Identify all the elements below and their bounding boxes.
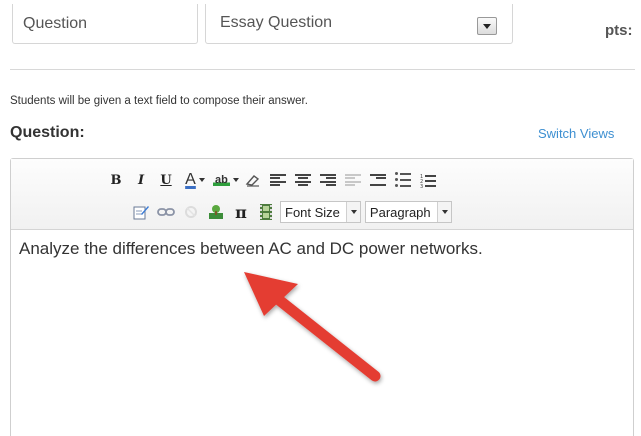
align-center-button[interactable]: [292, 169, 314, 191]
unlink-button[interactable]: [180, 201, 202, 223]
question-title-input[interactable]: Question: [12, 4, 198, 44]
question-type-select[interactable]: Essay Question: [205, 4, 513, 44]
paragraph-select-label: Paragraph: [369, 204, 431, 220]
toolbar-row-insert: π Font Size Paragraph: [130, 200, 456, 224]
svg-text:3: 3: [420, 184, 423, 188]
question-label: Question:: [10, 124, 85, 141]
font-color-dropdown-icon: [198, 178, 205, 182]
question-header-row: Question Essay Question pts:: [0, 0, 641, 48]
insert-media-button[interactable]: [255, 201, 277, 223]
align-center-icon: [294, 173, 311, 187]
underline-button[interactable]: U: [155, 169, 177, 191]
chevron-down-icon: [345, 202, 360, 222]
outdent-icon: [344, 173, 361, 187]
edit-source-button[interactable]: [130, 201, 152, 223]
align-left-button[interactable]: [267, 169, 289, 191]
font-size-select[interactable]: Font Size: [280, 201, 361, 223]
image-icon: [209, 205, 223, 219]
font-size-select-label: Font Size: [285, 204, 340, 220]
edit-document-icon: [133, 206, 149, 220]
highlight-icon: ab: [213, 174, 230, 186]
chevron-down-icon: [436, 202, 451, 222]
chevron-down-icon[interactable]: [477, 17, 497, 35]
bullet-list-button[interactable]: [392, 169, 414, 191]
switch-views-link[interactable]: Switch Views: [538, 126, 614, 141]
link-icon: [157, 208, 175, 216]
eraser-icon: [245, 175, 259, 187]
indent-button[interactable]: [367, 169, 389, 191]
insert-math-button[interactable]: π: [230, 201, 252, 223]
eraser-button[interactable]: [242, 169, 264, 191]
editor-content-area[interactable]: Analyze the differences between AC and D…: [19, 239, 483, 259]
insert-link-button[interactable]: [155, 201, 177, 223]
section-divider: [10, 69, 635, 70]
numbered-list-icon: 1 2 3: [420, 174, 436, 188]
align-right-icon: [319, 173, 336, 187]
unlink-icon: [185, 206, 197, 218]
outdent-button[interactable]: [342, 169, 364, 191]
highlight-dropdown-icon: [232, 178, 239, 182]
bold-button[interactable]: B: [105, 169, 127, 191]
points-label: pts:: [605, 22, 633, 39]
align-left-icon: [269, 173, 286, 187]
film-icon: [260, 204, 272, 220]
font-color-button[interactable]: A: [184, 169, 206, 191]
align-right-button[interactable]: [317, 169, 339, 191]
question-text[interactable]: Analyze the differences between AC and D…: [19, 239, 483, 259]
italic-button[interactable]: I: [130, 169, 152, 191]
toolbar-row-formatting: B I U A ab 1 2 3: [105, 168, 442, 192]
editor-toolbar: B I U A ab 1 2 3 π Font Size Paragraph: [11, 159, 633, 230]
annotation-arrow-icon: [244, 272, 381, 382]
insert-image-button[interactable]: [205, 201, 227, 223]
font-color-icon: A: [185, 171, 196, 188]
helper-text: Students will be given a text field to c…: [10, 95, 308, 107]
question-type-value: Essay Question: [220, 14, 333, 31]
highlight-button[interactable]: ab: [213, 169, 239, 191]
indent-icon: [369, 173, 386, 187]
bullet-list-icon: [394, 172, 411, 187]
pi-icon: π: [235, 202, 247, 222]
numbered-list-button[interactable]: 1 2 3: [417, 169, 439, 191]
paragraph-format-select[interactable]: Paragraph: [364, 201, 452, 223]
